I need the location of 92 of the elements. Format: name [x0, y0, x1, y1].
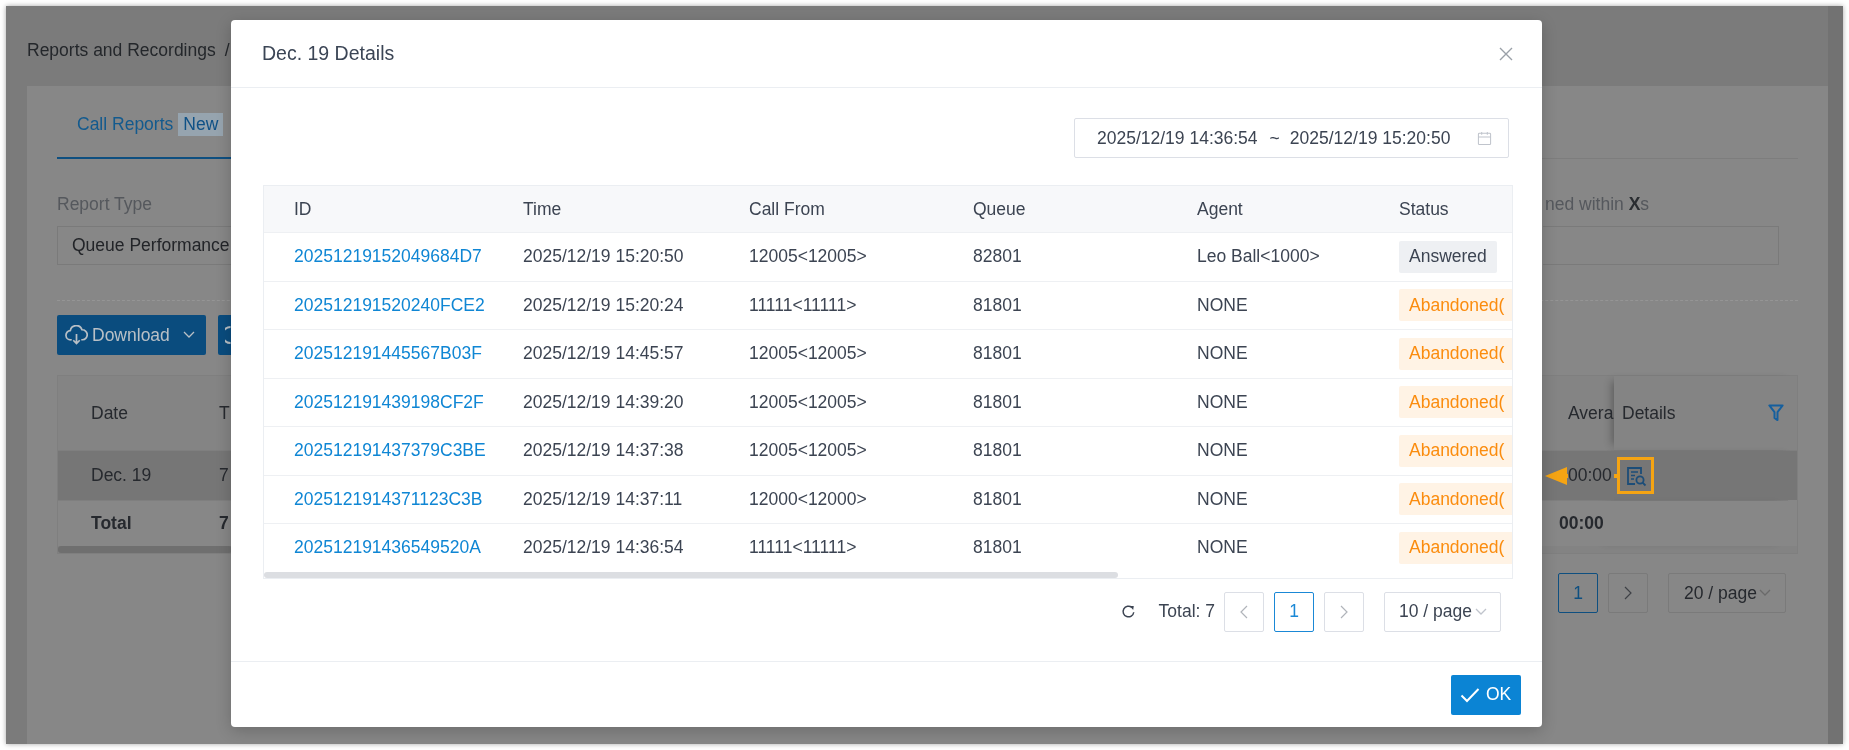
table-cell: 11111<11111>: [749, 294, 857, 316]
table-cell: 2025/12/19 15:20:50: [523, 246, 684, 268]
status-tag: Abandoned(: [1399, 483, 1512, 516]
column-header: ID: [294, 198, 312, 220]
input-field[interactable]: [1543, 226, 1779, 265]
table-cell: 12005<12005>: [749, 246, 867, 268]
table-cell: 2025/12/19 14:37:11: [523, 488, 683, 510]
table-cell: 7: [219, 465, 229, 486]
chevron-right-icon: [1340, 604, 1348, 619]
table-cell: 2025/12/19 14:37:38: [523, 440, 684, 462]
close-icon[interactable]: [1498, 45, 1514, 62]
table-cell: 81801: [973, 343, 1022, 365]
table-cell: Leo Ball<1000>: [1197, 246, 1320, 268]
record-id-link[interactable]: 202512191445567B03F: [294, 343, 482, 365]
column-header: Time: [523, 198, 562, 220]
table-cell: Total: [91, 513, 132, 534]
table-cell: NONE: [1197, 537, 1248, 559]
table-cell: NONE: [1197, 294, 1248, 316]
start-date-input[interactable]: 2025/12/19 14:36:54: [1097, 127, 1258, 149]
table-cell: 2025/12/19 14:39:20: [523, 391, 684, 413]
chevron-left-icon: [1240, 604, 1248, 619]
cloud-download-icon: [65, 325, 88, 345]
table-cell: NONE: [1197, 391, 1248, 413]
table-cell: 2025/12/19 15:20:24: [523, 294, 684, 316]
breadcrumb-separator: /: [224, 39, 230, 61]
filter-icon[interactable]: [1768, 404, 1784, 422]
record-id-link[interactable]: 202512191437379C3BE: [294, 440, 486, 462]
table-cell: 81801: [973, 391, 1022, 413]
column-header: Queue: [973, 198, 1026, 220]
table-cell: 12005<12005>: [749, 343, 867, 365]
scrollbar-thumb[interactable]: [58, 546, 232, 553]
status-tag: Abandoned(: [1399, 289, 1512, 322]
record-id-link[interactable]: 20251219152049684D7: [294, 246, 482, 268]
table-cell: 2025/12/19 14:45:57: [523, 343, 684, 365]
end-date-input[interactable]: 2025/12/19 15:20:50: [1289, 127, 1451, 149]
column-header: Call From: [749, 198, 825, 220]
chevron-right-icon: [1624, 586, 1632, 600]
status-tag: Abandoned(: [1399, 337, 1512, 370]
table-cell: NONE: [1197, 440, 1248, 462]
column-header: Status: [1399, 198, 1449, 220]
check-icon: [1460, 686, 1480, 703]
record-id-link[interactable]: 202512191520240FCE2: [294, 294, 485, 316]
status-tag: Abandoned(: [1399, 531, 1512, 564]
download-button[interactable]: Download: [57, 315, 206, 355]
table-cell: 81801: [973, 440, 1022, 462]
dialog-title: Dec. 19 Details: [262, 42, 395, 65]
range-separator: ~: [1269, 127, 1280, 149]
total-count: Total: 7: [1158, 601, 1215, 622]
column-header: T: [219, 402, 230, 424]
table-cell: 7: [219, 513, 229, 534]
chevron-down-icon: [1475, 607, 1487, 616]
page-size-select[interactable]: 20 / page: [1668, 573, 1786, 613]
table-cell: 12005<12005>: [749, 440, 867, 462]
column-header: Date: [91, 402, 128, 424]
page-button[interactable]: 1: [1274, 591, 1314, 632]
table-cell: NONE: [1197, 343, 1248, 365]
column-header: Avera: [1568, 402, 1614, 424]
table-cell: 81801: [973, 294, 1022, 316]
table-cell: Dec. 19: [91, 465, 152, 486]
record-id-link[interactable]: 202512191436549520A: [294, 537, 481, 559]
new-badge: New: [178, 113, 224, 136]
prev-page-button[interactable]: [1224, 591, 1264, 632]
report-type-select[interactable]: Queue Performance: [57, 226, 233, 265]
table-cell: 81801: [973, 488, 1022, 510]
status-tag: Abandoned(: [1399, 434, 1512, 467]
ok-button[interactable]: OK: [1451, 674, 1521, 715]
page-scrollbar[interactable]: [1828, 6, 1843, 744]
table-cell: 11111<11111>: [749, 537, 857, 559]
column-header: Agent: [1197, 198, 1243, 220]
next-page-button[interactable]: [1608, 573, 1648, 613]
page-size-select[interactable]: 10 / page: [1384, 591, 1501, 632]
column-header: Details: [1622, 402, 1676, 424]
table-cell: 12005<12005>: [749, 391, 867, 413]
calendar-icon: [1477, 130, 1492, 146]
date-range-field[interactable]: 2025/12/19 14:36:54 ~ 2025/12/19 15:20:50: [1074, 118, 1509, 158]
table-cell: 82801: [973, 246, 1022, 268]
page-button[interactable]: 1: [1558, 573, 1598, 613]
table-cell: 2025/12/19 14:36:54: [523, 537, 684, 559]
record-id-link[interactable]: 202512191439198CF2F: [294, 391, 484, 413]
refresh-icon[interactable]: [1120, 604, 1136, 619]
toolbar-button[interactable]: [218, 315, 231, 355]
breadcrumb-link[interactable]: Reports and Recordings: [27, 39, 216, 61]
chevron-down-icon: [1759, 589, 1771, 597]
scrollbar-thumb[interactable]: [264, 571, 1118, 578]
status-tag: Answered: [1399, 240, 1497, 273]
chevron-down-icon: [182, 331, 195, 339]
table-cell: 81801: [973, 537, 1022, 559]
status-tag: Abandoned(: [1399, 386, 1512, 419]
table-cell: NONE: [1197, 488, 1248, 510]
table-cell: 12000<12000>: [749, 488, 867, 510]
record-id-link[interactable]: 2025121914371123C3B: [294, 488, 483, 510]
document-search-icon[interactable]: [1624, 464, 1647, 487]
